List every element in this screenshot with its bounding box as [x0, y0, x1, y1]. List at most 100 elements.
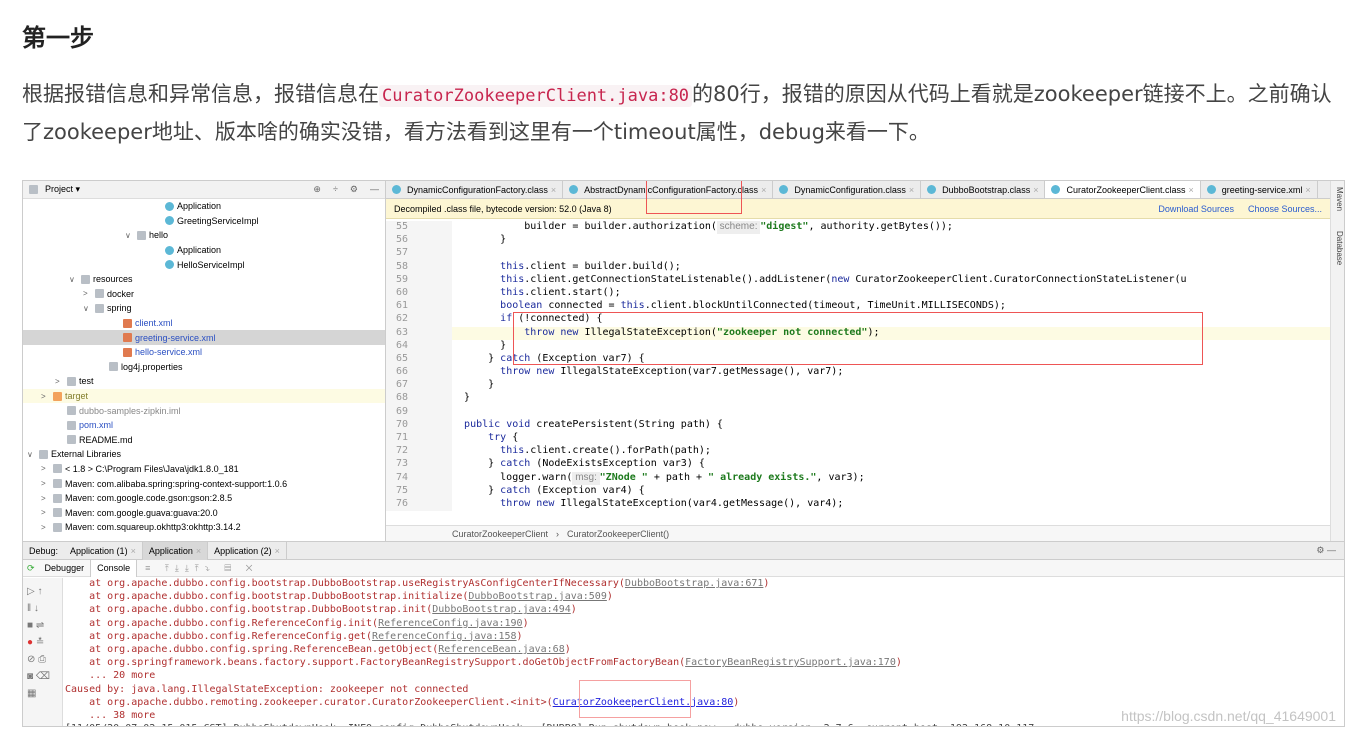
resume-icon[interactable]: ▷ ↑ — [27, 586, 62, 597]
breadcrumb-method[interactable]: CuratorZookeeperClient() — [567, 529, 669, 539]
choose-sources-link[interactable]: Choose Sources... — [1248, 204, 1322, 214]
mute-icon[interactable]: ⊘ ⎙ — [27, 654, 62, 665]
tree-item[interactable]: greeting-service.xml — [23, 330, 385, 345]
editor-tab[interactable]: CuratorZookeeperClient.class × — [1045, 181, 1201, 198]
gutter[interactable] — [418, 313, 452, 327]
tree-item[interactable]: > docker — [23, 287, 385, 302]
chevron-right-icon[interactable]: > — [41, 508, 53, 517]
tree-item[interactable]: client.xml — [23, 316, 385, 331]
debugger-tab[interactable]: Debugger — [39, 559, 92, 577]
gutter[interactable] — [418, 273, 452, 287]
gutter[interactable] — [418, 339, 452, 353]
tree-item[interactable]: > Maven: com.google.guava:guava:20.0 — [23, 505, 385, 520]
tree-item[interactable]: Application — [23, 243, 385, 258]
source-link[interactable]: DubboBootstrap.java:671 — [625, 578, 763, 591]
gutter[interactable] — [418, 352, 452, 367]
gutter[interactable] — [418, 260, 452, 274]
tree-item[interactable]: > Maven: com.google.code.gson:gson:2.8.5 — [23, 491, 385, 506]
close-icon[interactable]: × — [275, 546, 280, 556]
tree-item[interactable]: dubbo-samples-zipkin.iml — [23, 403, 385, 418]
tree-item[interactable]: ∨ hello — [23, 228, 385, 243]
close-icon[interactable]: × — [131, 546, 136, 556]
code-area[interactable]: 55 builder = builder.authorization( sche… — [386, 221, 1330, 533]
chevron-down-icon[interactable]: ∨ — [69, 275, 81, 284]
source-link[interactable]: CuratorZookeeperClient.java:80 — [553, 697, 734, 710]
gutter[interactable] — [418, 418, 452, 432]
tree-item[interactable]: Application — [23, 199, 385, 214]
tree-item[interactable]: HelloServiceImpl — [23, 257, 385, 272]
tree-item[interactable]: ∨ External Libraries — [23, 447, 385, 462]
locate-icon[interactable]: ⊕ — [313, 184, 321, 195]
chevron-down-icon[interactable]: ∨ — [125, 231, 137, 240]
close-icon[interactable]: × — [909, 185, 914, 195]
camera-icon[interactable]: ◙ ⌫ — [27, 671, 62, 682]
breadcrumb-class[interactable]: CuratorZookeeperClient — [452, 529, 548, 539]
download-sources-link[interactable]: Download Sources — [1158, 204, 1234, 214]
tree-item[interactable]: ∨ resources — [23, 272, 385, 287]
gutter[interactable] — [418, 471, 452, 485]
chevron-right-icon[interactable]: > — [41, 392, 53, 401]
gutter[interactable] — [418, 234, 452, 248]
gutter[interactable] — [418, 221, 452, 235]
gutter[interactable] — [418, 484, 452, 498]
gutter[interactable] — [418, 458, 452, 472]
gutter[interactable] — [418, 405, 452, 419]
debug-tab[interactable]: Application (1) × — [64, 541, 143, 560]
tree-item[interactable]: > test — [23, 374, 385, 389]
tree-item[interactable]: > Maven: com.squareup.okhttp3:okhttp:3.14… — [23, 520, 385, 535]
pause-icon[interactable]: ‖ ↓ — [27, 603, 62, 614]
close-icon[interactable]: × — [1305, 185, 1310, 195]
tree-item[interactable]: GreetingServiceImpl — [23, 214, 385, 229]
source-link[interactable]: ReferenceBean.java:68 — [438, 644, 564, 657]
breakpoints-icon[interactable]: ● ≛ — [27, 637, 62, 648]
close-icon[interactable]: × — [1033, 185, 1038, 195]
chevron-right-icon[interactable]: > — [83, 289, 95, 298]
tree-item[interactable]: hello-service.xml — [23, 345, 385, 360]
gutter[interactable] — [418, 379, 452, 393]
chevron-right-icon[interactable]: > — [41, 523, 53, 532]
close-icon[interactable]: × — [551, 185, 556, 195]
database-tab[interactable]: Database — [1331, 231, 1344, 265]
layout-icon[interactable]: ▦ — [27, 688, 62, 699]
collapse-icon[interactable]: ÷ — [333, 184, 338, 195]
tree-item[interactable]: > < 1.8 > C:\Program Files\Java\jdk1.8.0_… — [23, 462, 385, 477]
editor-tab[interactable]: DynamicConfigurationFactory.class × — [386, 181, 564, 198]
editor-tab[interactable]: DubboBootstrap.class × — [921, 181, 1046, 198]
source-link[interactable]: ReferenceConfig.java:190 — [378, 618, 523, 631]
chevron-right-icon[interactable]: > — [55, 377, 67, 386]
debug-tab[interactable]: Application × — [142, 541, 209, 560]
source-link[interactable]: DubboBootstrap.java:494 — [432, 604, 570, 617]
chevron-right-icon[interactable]: > — [41, 479, 53, 488]
gutter[interactable] — [418, 247, 452, 261]
tree-item[interactable]: README.md — [23, 433, 385, 448]
gutter[interactable] — [418, 286, 452, 301]
console-tab[interactable]: Console — [91, 559, 138, 577]
gear-icon[interactable]: ⚙ — [350, 184, 358, 195]
editor-tab[interactable]: DynamicConfiguration.class × — [773, 181, 922, 198]
gutter[interactable] — [418, 497, 452, 512]
console-output[interactable]: at org.apache.dubbo.config.bootstrap.Dub… — [65, 578, 1344, 726]
close-icon[interactable]: × — [196, 546, 201, 556]
gutter[interactable] — [418, 326, 452, 340]
tree-item[interactable]: log4j.properties — [23, 360, 385, 375]
tree-item[interactable]: ∨ spring — [23, 301, 385, 316]
tree-item[interactable]: > target — [23, 388, 385, 404]
debug-tab[interactable]: Application (2) × — [208, 541, 287, 560]
chevron-down-icon[interactable]: ∨ — [27, 450, 39, 459]
project-title[interactable]: Project ▾ — [45, 184, 80, 195]
close-icon[interactable]: × — [761, 185, 766, 195]
source-link[interactable]: ReferenceConfig.java:158 — [372, 631, 517, 644]
tree-item[interactable]: > Maven: com.alibaba.spring:spring-contex… — [23, 476, 385, 491]
source-link[interactable]: FactoryBeanRegistrySupport.java:170 — [685, 657, 896, 670]
source-link[interactable]: DubboBootstrap.java:509 — [468, 591, 606, 604]
tree-item[interactable]: pom.xml — [23, 418, 385, 433]
step-icons[interactable]: ≡ ⤒⤓⤓⤒⤵ ▤ ✕ — [137, 563, 258, 574]
stop-icon[interactable]: ■ ⇌ — [27, 620, 62, 631]
minimize-icon[interactable]: — — [370, 184, 379, 195]
gutter[interactable] — [418, 300, 452, 314]
gutter[interactable] — [418, 445, 452, 459]
editor-tab[interactable]: greeting-service.xml × — [1201, 181, 1318, 198]
close-icon[interactable]: × — [1189, 185, 1194, 195]
editor-tab[interactable]: AbstractDynamicConfigurationFactory.clas… — [563, 181, 774, 198]
gear-icon[interactable]: ⚙ — — [1316, 545, 1344, 556]
